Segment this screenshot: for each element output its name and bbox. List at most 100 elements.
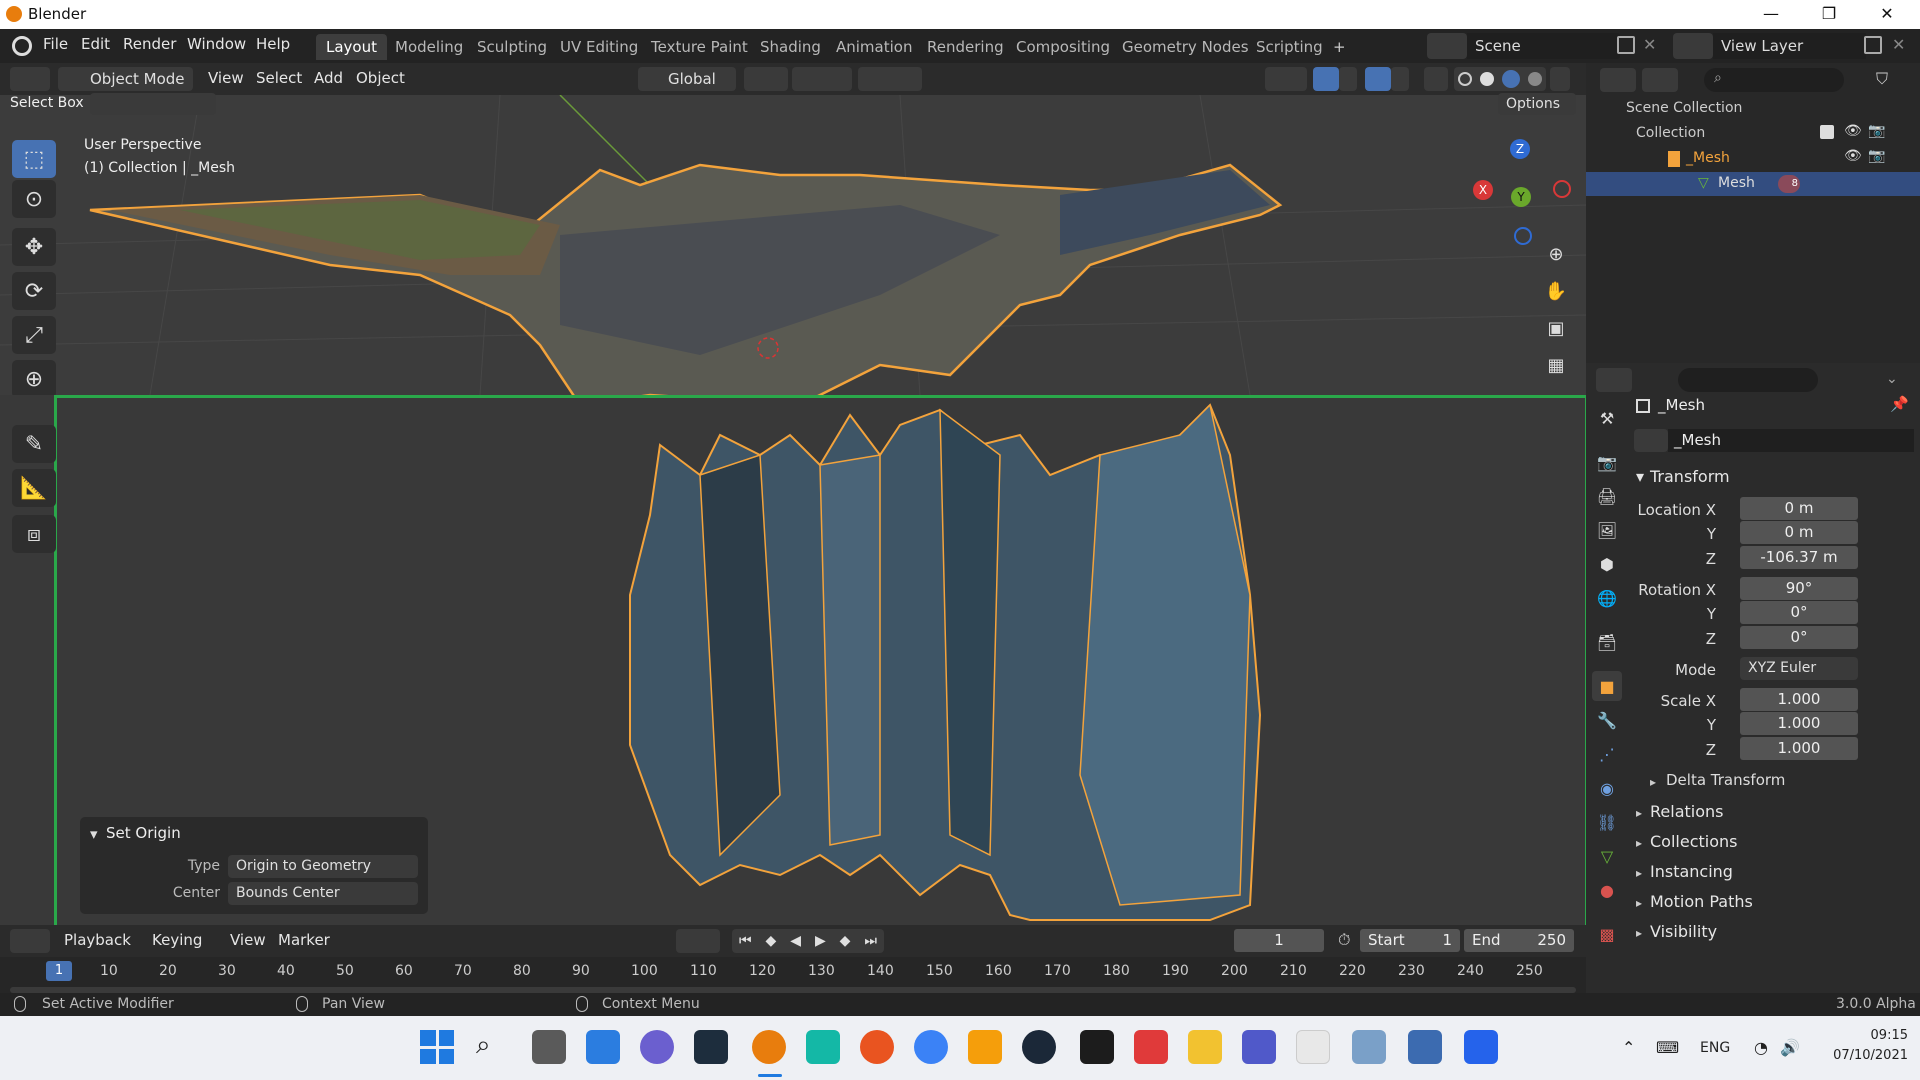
add-cube-tool-icon[interactable]: ⧈ [12, 515, 56, 553]
location-y-field[interactable]: 0 m [1740, 521, 1858, 544]
overlay-toggle-icon[interactable] [1365, 67, 1391, 91]
gizmo-dropdown-icon[interactable] [1339, 67, 1357, 91]
mesh-data-tab-icon[interactable]: ▽ [1592, 841, 1622, 871]
tab-modeling[interactable]: Modeling [385, 34, 473, 60]
steam-icon[interactable] [1022, 1030, 1056, 1064]
eye-icon[interactable]: 👁 [1844, 123, 1862, 139]
scene-selector-icon[interactable] [1427, 33, 1467, 59]
keyboard-icon[interactable]: ⌨ [1656, 1038, 1679, 1057]
visibility-icon[interactable] [1265, 67, 1307, 91]
scale-z-field[interactable]: 1.000 [1740, 737, 1858, 760]
tab-layout[interactable]: Layout [316, 34, 387, 60]
location-x-field[interactable]: 0 m [1740, 497, 1858, 520]
transform-tool-icon[interactable]: ⊕ [12, 360, 56, 398]
gizmo-z-icon[interactable]: Z [1510, 139, 1530, 159]
pivot-point-icon[interactable] [744, 67, 788, 91]
blender-menu-icon[interactable] [12, 36, 32, 56]
options-dropdown[interactable]: Options [1498, 93, 1576, 115]
set-origin-collapse-icon[interactable]: ▾ [90, 825, 98, 843]
tab-shading[interactable]: Shading [750, 34, 831, 60]
scale-tool-icon[interactable]: ⤢ [12, 316, 56, 354]
viewport-menu-select[interactable]: Select [256, 69, 302, 87]
pin-icon[interactable]: 📌 [1890, 395, 1909, 413]
object-name-field[interactable]: _Mesh [1668, 429, 1914, 452]
mode-dropdown[interactable]: Object Mode [58, 67, 193, 91]
solid-shading-icon[interactable] [1480, 72, 1494, 86]
outliner-display-mode-icon[interactable] [1642, 68, 1678, 92]
instancing-expand-icon[interactable]: ▸ [1636, 866, 1642, 880]
delete-view-layer-icon[interactable]: ✕ [1892, 35, 1905, 54]
gizmo-neg-x-icon[interactable] [1553, 180, 1571, 198]
set-origin-title[interactable]: Set Origin [106, 824, 181, 842]
scale-y-field[interactable]: 1.000 [1740, 712, 1858, 735]
filter-icon[interactable]: ⛉ [1876, 69, 1888, 89]
wifi-icon[interactable]: ◔ [1754, 1038, 1768, 1057]
tab-animation[interactable]: Animation [826, 34, 922, 60]
gizmo-neg-z-icon[interactable] [1514, 227, 1532, 245]
material-badge-icon[interactable]: 8 [1778, 175, 1800, 193]
rotation-mode-dropdown[interactable]: XYZ Euler [1740, 657, 1858, 680]
origin-type-dropdown[interactable]: Origin to Geometry [228, 855, 418, 878]
gizmo-y-icon[interactable]: Y [1511, 187, 1531, 207]
scene-collection-row[interactable]: Scene Collection [1626, 100, 1742, 116]
mesh-object-row[interactable]: _Mesh [1686, 150, 1730, 166]
material-tab-icon[interactable]: ● [1592, 875, 1622, 905]
outliner-search-input[interactable] [1704, 68, 1844, 92]
physics-tab-icon[interactable]: ◉ [1592, 773, 1622, 803]
transform-collapse-icon[interactable]: ▾ [1636, 467, 1644, 486]
rotation-y-field[interactable]: 0° [1740, 601, 1858, 624]
menu-file[interactable]: File [43, 35, 68, 53]
app-icon-m[interactable] [806, 1030, 840, 1064]
viewport-menu-view[interactable]: View [208, 69, 244, 87]
tab-rendering[interactable]: Rendering [917, 34, 1014, 60]
clock-date[interactable]: 07/10/2021 [1818, 1048, 1908, 1063]
menu-help[interactable]: Help [256, 35, 290, 53]
menu-window[interactable]: Window [187, 35, 246, 53]
store-icon[interactable] [1296, 1030, 1330, 1064]
playhead-frame-marker[interactable]: 1 [46, 961, 72, 981]
relations-section[interactable]: Relations [1650, 802, 1723, 821]
timeline-editor-type-icon[interactable] [10, 929, 50, 953]
add-workspace-button[interactable]: + [1323, 34, 1356, 60]
texture-tab-icon[interactable]: ▩ [1592, 919, 1622, 949]
properties-editor-type-icon[interactable] [1596, 368, 1632, 392]
record-icon[interactable] [676, 929, 720, 953]
menu-edit[interactable]: Edit [81, 35, 110, 53]
remote-desktop-icon[interactable] [1408, 1030, 1442, 1064]
select-mode-buttons[interactable] [90, 93, 216, 115]
view-layer-name-field[interactable]: View Layer [1713, 33, 1866, 59]
rotation-z-field[interactable]: 0° [1740, 626, 1858, 649]
rendered-shading-icon[interactable] [1528, 72, 1542, 86]
language-indicator[interactable]: ENG [1700, 1040, 1730, 1056]
origin-center-dropdown[interactable]: Bounds Center [228, 882, 418, 905]
new-view-layer-icon[interactable] [1864, 36, 1882, 54]
play-icon[interactable]: ▶ [815, 933, 826, 949]
constraints-tab-icon[interactable]: ⛓ [1592, 807, 1622, 837]
select-box-tool-icon[interactable]: ⬚ [12, 140, 56, 178]
visibility-section[interactable]: Visibility [1650, 922, 1717, 941]
timer-icon[interactable]: ⏱ [1338, 930, 1350, 950]
delta-transform-expand-icon[interactable]: ▸ [1650, 775, 1656, 789]
instancing-section[interactable]: Instancing [1650, 862, 1733, 881]
viewport-3d-upper[interactable]: Select Box Options User Perspective (1) … [0, 93, 1586, 395]
render-tab-icon[interactable]: 📷 [1592, 447, 1622, 477]
outliner-editor-type-icon[interactable] [1600, 68, 1636, 92]
current-frame-field[interactable]: 1 [1234, 929, 1324, 952]
object-datablock-icon[interactable] [1634, 429, 1668, 452]
motion-paths-section[interactable]: Motion Paths [1650, 892, 1753, 911]
measure-tool-icon[interactable]: 📐 [12, 469, 56, 507]
location-z-field[interactable]: -106.37 m [1740, 546, 1858, 569]
file-explorer-icon[interactable] [1188, 1030, 1222, 1064]
timeline-frame-ruler[interactable]: 1 10 20 30 40 50 60 70 80 90 100 110 120 130 140 150 16… [0, 957, 1586, 993]
ubuntu-icon[interactable] [860, 1030, 894, 1064]
shading-dropdown-icon[interactable] [1550, 67, 1570, 91]
xray-icon[interactable] [1424, 67, 1448, 91]
clock-time[interactable]: 09:15 [1828, 1028, 1908, 1043]
maximize-button[interactable]: ❐ [1806, 0, 1852, 29]
delete-scene-icon[interactable]: ✕ [1643, 35, 1656, 54]
prev-keyframe-icon[interactable]: ◆ [766, 933, 777, 949]
scene-name-field[interactable]: Scene [1467, 33, 1620, 59]
search-icon[interactable]: ⌕ [476, 1030, 491, 1061]
move-tool-icon[interactable]: ✥ [12, 228, 56, 266]
app-icon-photos[interactable] [1352, 1030, 1386, 1064]
